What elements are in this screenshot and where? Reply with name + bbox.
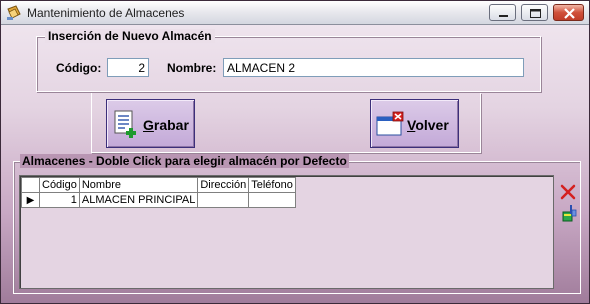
main-window: Mantenimiento de Almacenes Inserción de … <box>0 0 590 304</box>
maximize-button[interactable] <box>521 4 548 21</box>
delete-icon[interactable] <box>560 184 576 200</box>
almacenes-group: Almacenes - Doble Click para elegir alma… <box>13 154 581 294</box>
grabar-button[interactable]: Grabar <box>106 99 195 148</box>
almacenes-grid[interactable]: Código Nombre Dirección Teléfono ▶ 1 ALM… <box>19 175 554 289</box>
nombre-label: Nombre: <box>167 61 217 75</box>
grabar-label: Grabar <box>143 117 189 133</box>
column-header-telefono[interactable]: Teléfono <box>248 177 297 193</box>
close-icon <box>564 8 575 19</box>
current-row-indicator: ▶ <box>21 192 40 208</box>
title-bar[interactable]: Mantenimiento de Almacenes <box>1 1 589 25</box>
window-title: Mantenimiento de Almacenes <box>27 6 185 20</box>
minimize-button[interactable] <box>489 4 516 21</box>
close-button[interactable] <box>553 4 584 21</box>
notebook-icon <box>6 5 22 21</box>
column-header-nombre[interactable]: Nombre <box>78 177 199 193</box>
maximize-icon <box>530 9 541 18</box>
nombre-field[interactable] <box>223 58 524 77</box>
volver-label: Volver <box>407 117 449 133</box>
almacenes-table: Código Nombre Dirección Teléfono ▶ 1 ALM… <box>21 177 297 208</box>
volver-button[interactable]: Volver <box>370 99 459 148</box>
broom-bucket-icon[interactable] <box>560 204 578 222</box>
document-add-icon <box>112 109 140 139</box>
almacenes-legend: Almacenes - Doble Click para elegir alma… <box>20 154 349 168</box>
cell-codigo[interactable]: 1 <box>39 192 80 208</box>
column-header-direccion[interactable]: Dirección <box>197 177 250 193</box>
window-close-icon <box>376 109 404 139</box>
cell-telefono[interactable] <box>248 192 297 208</box>
codigo-field[interactable] <box>107 58 149 77</box>
cell-direccion[interactable] <box>197 192 250 208</box>
row-header-corner <box>21 177 40 193</box>
minimize-icon <box>499 15 508 17</box>
cell-nombre[interactable]: ALMACEN PRINCIPAL <box>78 192 199 208</box>
codigo-label: Código: <box>56 61 102 75</box>
table-header-row: Código Nombre Dirección Teléfono <box>21 177 297 193</box>
column-header-codigo[interactable]: Código <box>39 177 80 193</box>
table-row[interactable]: ▶ 1 ALMACEN PRINCIPAL <box>21 192 297 208</box>
insert-group-legend: Inserción de Nuevo Almacén <box>45 29 215 43</box>
